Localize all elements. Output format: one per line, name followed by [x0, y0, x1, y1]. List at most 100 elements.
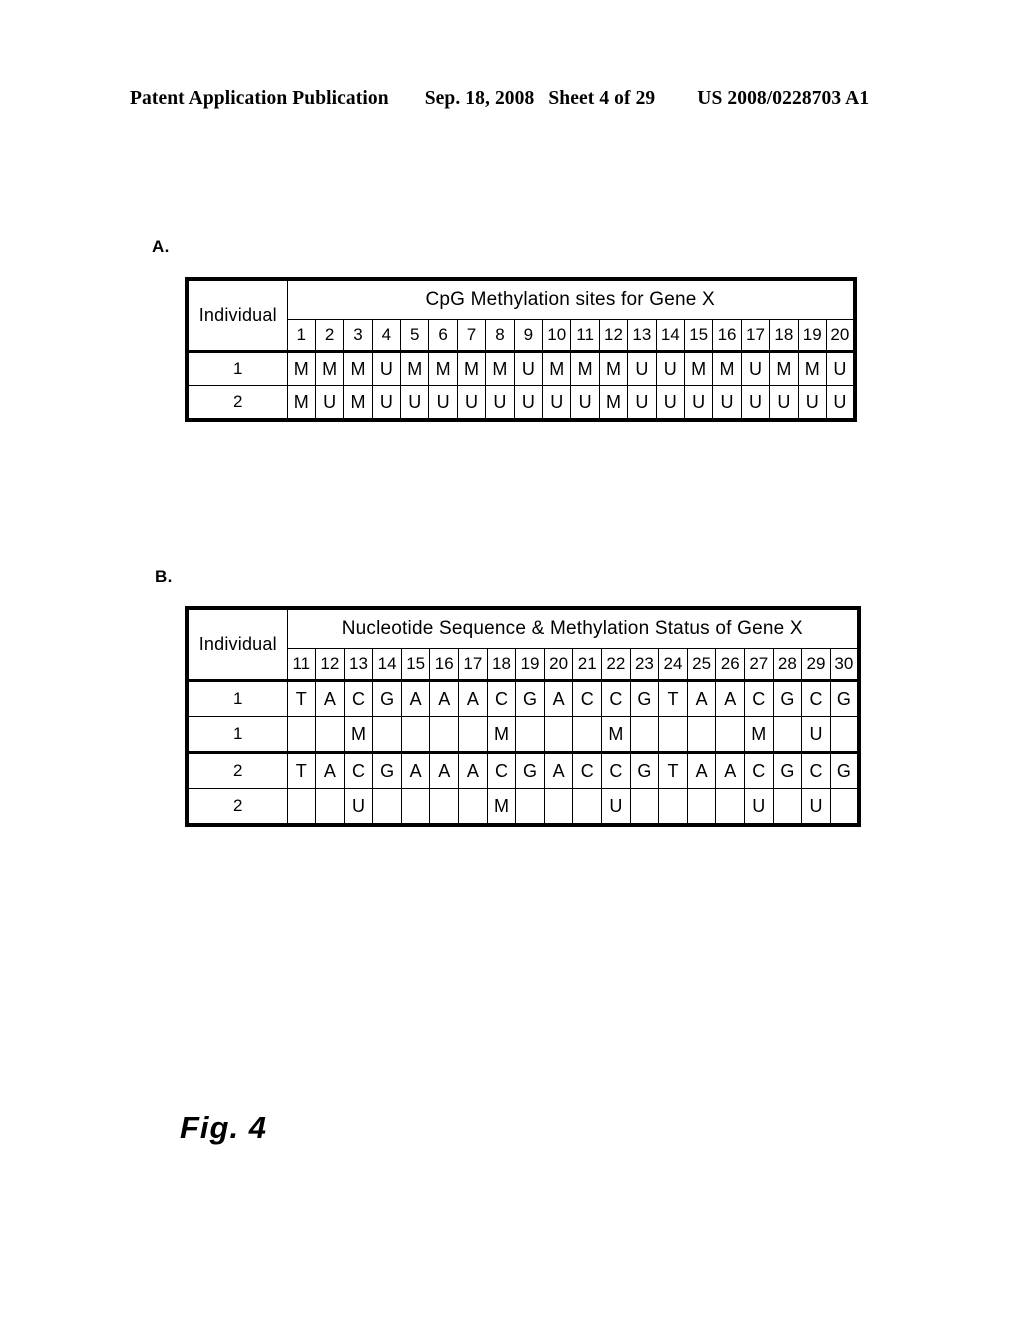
table-b-cell: U — [801, 716, 831, 753]
panel-b-label: B. — [155, 567, 173, 586]
table-b-cell: G — [772, 679, 803, 717]
table-a-cell: M — [797, 350, 827, 386]
table-b-site-number: 13 — [343, 648, 374, 681]
table-a-cell: U — [542, 385, 572, 421]
table-b-cell: C — [572, 751, 603, 789]
table-b-site-number: 26 — [715, 648, 745, 681]
table-b-site-number: 22 — [601, 648, 631, 681]
table-a-cell: U — [371, 350, 402, 386]
table-b-cell — [286, 716, 317, 753]
table-b-header-row: Individual Nucleotide Sequence & Methyla… — [186, 607, 860, 681]
table-b-cell — [686, 788, 717, 826]
table-b-individual-id: 2 — [186, 788, 288, 826]
table-b-cell: M — [486, 788, 517, 826]
table-row: 2 M U M U U U U U U U U M U U U U U U U … — [186, 385, 856, 421]
table-b-cell: G — [372, 751, 402, 789]
table-b-cell: A — [400, 751, 431, 789]
table-a-cell: M — [598, 385, 629, 421]
table-b-site-number: 19 — [515, 648, 545, 681]
table-b-cell: A — [458, 679, 488, 717]
table-a-cell: M — [712, 350, 742, 386]
table-b-cell — [315, 788, 345, 826]
table-b-cell — [629, 716, 660, 753]
table-row: 2 U M U U U — [186, 788, 860, 826]
table-b-site-number: 24 — [658, 648, 688, 681]
table-a-cell: U — [797, 385, 827, 421]
table-a-cell: U — [627, 385, 657, 421]
table-a-cell: U — [314, 385, 345, 421]
table-b-site-number: 21 — [572, 648, 603, 681]
table-b-cell — [772, 788, 803, 826]
table-a-site-number: 13 — [627, 319, 657, 352]
table-b-cell — [372, 788, 402, 826]
table-b-individual-id: 1 — [186, 716, 288, 753]
table-a-cell: M — [456, 350, 487, 386]
table-b-cell: T — [658, 679, 688, 717]
table-a-site-number: 3 — [343, 319, 373, 352]
table-b-site-number-row: 11 12 13 14 15 16 17 18 19 20 21 22 23 2… — [187, 648, 860, 681]
table-row: 1 M M M M U — [186, 716, 860, 753]
patent-number: US 2008/0228703 A1 — [697, 88, 870, 109]
table-a-individual-header: Individual — [186, 278, 288, 352]
table-a-cell: U — [655, 385, 685, 421]
table-b-cell: A — [543, 751, 574, 789]
table-b-cell — [715, 788, 745, 826]
table-a-cell: M — [570, 350, 600, 386]
table-a-cell: U — [655, 350, 685, 386]
table-b-cell: A — [543, 679, 574, 717]
table-b-cell — [515, 716, 545, 753]
table-b-site-number: 25 — [686, 648, 717, 681]
table-b-cell: M — [744, 716, 774, 753]
table-b-cell — [543, 716, 574, 753]
table-b-cell — [400, 788, 431, 826]
table-b-site-number: 29 — [801, 648, 831, 681]
table-a-site-number: 15 — [683, 319, 714, 352]
table-b-cell — [429, 788, 460, 826]
table-a-cell: U — [513, 350, 544, 386]
table-b-individual-id: 1 — [186, 679, 288, 717]
table-b-site-number: 15 — [400, 648, 431, 681]
table-b-cell — [658, 788, 688, 826]
table-a-site-number: 1 — [286, 319, 316, 352]
table-b-cell: A — [686, 679, 717, 717]
nucleotide-methylation-table-b: Individual Nucleotide Sequence & Methyla… — [185, 606, 861, 827]
table-b-cell: G — [629, 679, 660, 717]
table-b-cell — [315, 716, 345, 753]
table-a-site-number: 17 — [740, 319, 771, 352]
table-b-site-number: 30 — [829, 648, 860, 681]
table-a-individual-id: 1 — [186, 350, 288, 386]
table-b-cell — [715, 716, 745, 753]
table-a-individual-id: 2 — [186, 385, 288, 421]
table-a-cell: U — [456, 385, 487, 421]
table-a-cell: U — [825, 385, 856, 421]
table-b-cell: M — [486, 716, 517, 753]
table-b-cell: A — [715, 679, 745, 717]
table-a-cell: U — [400, 385, 430, 421]
table-a-site-number: 10 — [542, 319, 572, 352]
table-b-cell: A — [458, 751, 488, 789]
table-b-cell: T — [658, 751, 688, 789]
table-b-cell: A — [686, 751, 717, 789]
table-b-site-number: 17 — [458, 648, 488, 681]
table-b-cell: U — [744, 788, 774, 826]
table-b-group-header: Nucleotide Sequence & Methylation Status… — [286, 607, 860, 649]
table-b-cell: U — [801, 788, 831, 826]
table-a-cell: M — [286, 385, 316, 421]
figure-caption: Fig. 4 — [180, 1110, 267, 1145]
table-b-cell — [286, 788, 317, 826]
table-a-site-number: 4 — [371, 319, 402, 352]
table-b-cell: A — [400, 679, 431, 717]
table-a-header-row: Individual CpG Methylation sites for Gen… — [186, 278, 856, 352]
table-b-cell: U — [601, 788, 631, 826]
table-b-site-number: 28 — [772, 648, 803, 681]
table-b-cell — [658, 716, 688, 753]
table-a-cell: U — [683, 385, 714, 421]
table-b-cell — [772, 716, 803, 753]
table-b-cell: C — [572, 679, 603, 717]
table-a-cell: M — [286, 350, 316, 386]
table-a-site-number: 6 — [428, 319, 458, 352]
table-b-cell: G — [629, 751, 660, 789]
table-b-cell: G — [515, 679, 545, 717]
table-b-cell: C — [601, 751, 631, 789]
table-a-cell: M — [314, 350, 345, 386]
